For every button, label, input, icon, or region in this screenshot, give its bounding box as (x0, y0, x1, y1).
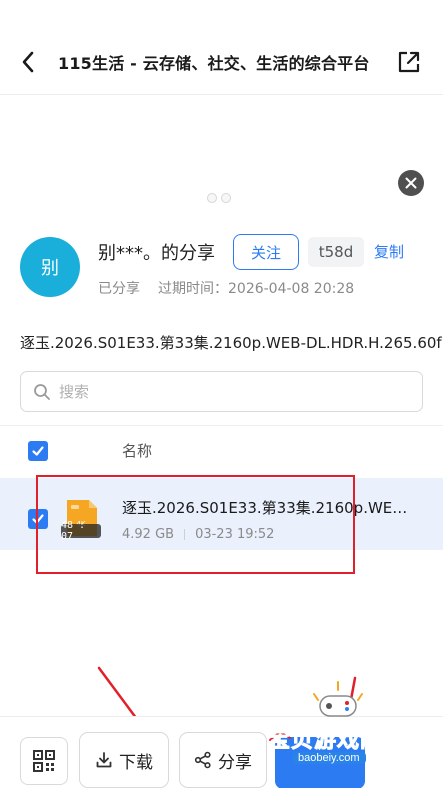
carousel-dot (207, 193, 217, 203)
checkmark-icon (32, 446, 44, 456)
close-icon (405, 177, 417, 189)
extract-code: t58d (308, 237, 364, 267)
avatar[interactable]: 别 (20, 237, 80, 297)
external-link-icon (398, 51, 420, 73)
open-in-browser-button[interactable] (396, 49, 422, 75)
expire-time: 过期时间：2026-04-08 20:28 (158, 281, 355, 297)
select-all-checkbox[interactable] (28, 441, 48, 461)
file-meta: 4.92 GB 03-23 19:52 (122, 527, 274, 542)
search-icon (34, 383, 50, 400)
share-status: 已分享 (98, 281, 140, 297)
search-box[interactable] (20, 371, 423, 412)
search-input[interactable] (59, 382, 379, 401)
list-header: 名称 (0, 425, 443, 475)
watermark-url: baobeiy.com (292, 752, 366, 764)
meta-divider (184, 529, 186, 540)
file-size: 4.92 GB (122, 527, 175, 542)
file-date: 03-23 19:52 (195, 527, 275, 542)
qr-code-button[interactable] (20, 737, 68, 785)
file-checkbox[interactable] (28, 509, 48, 529)
column-header-name: 名称 (122, 442, 153, 460)
file-name: 逐玉.2026.S01E33.第33集.2160p.WEB-DL.HDR.H.2… (122, 499, 412, 517)
download-button[interactable]: 下载 (79, 732, 169, 788)
checkmark-icon (32, 514, 44, 524)
copy-code-button[interactable]: 复制 (374, 241, 404, 262)
carousel-indicator (207, 193, 231, 203)
share-meta: 已分享 过期时间：2026-04-08 20:28 (98, 278, 354, 298)
close-banner-button[interactable] (398, 170, 424, 196)
watermark-text: 宝贝游戏网 (267, 728, 384, 754)
sharer-name: 别***。的分享 (98, 243, 215, 264)
share-label: 分享 (218, 752, 252, 773)
share-icon (194, 751, 211, 769)
share-title: 逐玉.2026.S01E33.第33集.2160p.WEB-DL.HDR.H.2… (20, 334, 443, 352)
video-duration-badge: 48 : 07 (61, 520, 101, 542)
chevron-left-icon (22, 51, 34, 73)
annotation-arrow-save (348, 676, 357, 707)
page-title: 115生活 - 云存储、社交、生活的综合平台 (58, 54, 370, 73)
download-label: 下载 (119, 752, 153, 773)
top-bar: 115生活 - 云存储、社交、生活的综合平台 (0, 0, 443, 95)
download-icon (96, 752, 112, 768)
follow-button[interactable]: 关注 (233, 234, 299, 270)
carousel-dot (221, 193, 231, 203)
share-button[interactable]: 分享 (179, 732, 267, 788)
back-button[interactable] (16, 48, 40, 76)
qr-code-icon (33, 750, 55, 772)
